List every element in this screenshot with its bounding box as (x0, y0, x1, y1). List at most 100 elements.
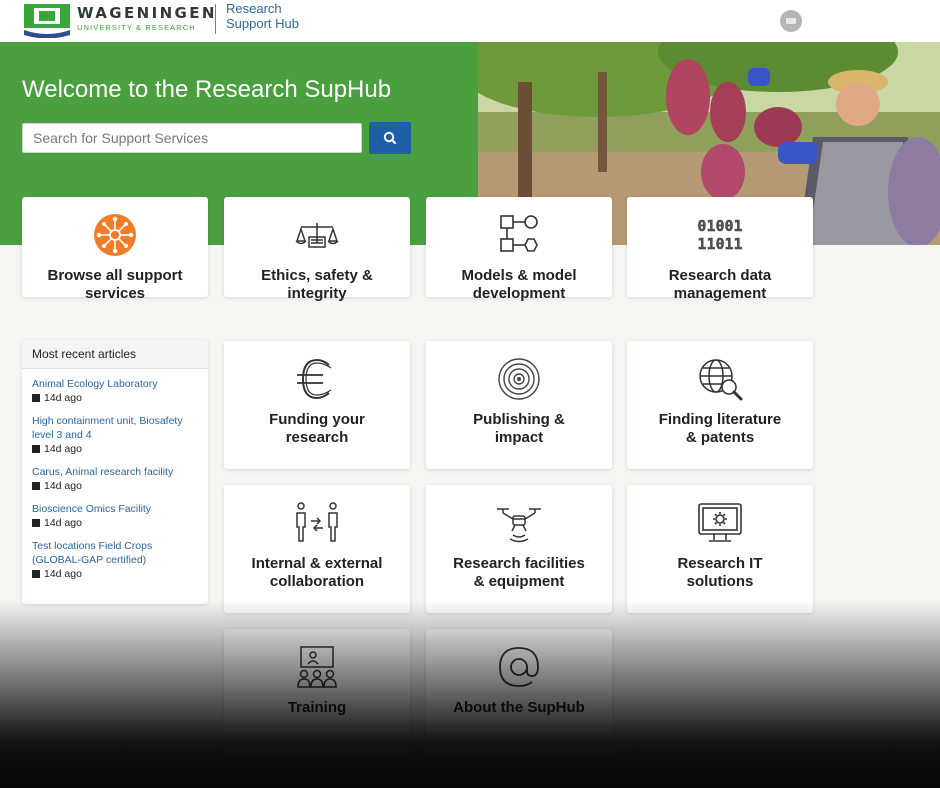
card-research-it[interactable]: Research IT solutions (627, 485, 813, 613)
card-label: About the SupHub (432, 699, 606, 717)
card-browse-services[interactable]: Browse all support services (22, 197, 208, 302)
article-age: 14d ago (32, 442, 198, 456)
calendar-icon (32, 570, 40, 578)
article-age-text: 14d ago (44, 443, 82, 455)
card-label-line1: Models & model (461, 267, 577, 284)
card-label-line1: Research facilities (453, 555, 585, 572)
article-title-line1: High containment unit, Biosafety (32, 415, 183, 427)
card-label: Finding literature & patents (633, 411, 807, 447)
article-title-line1: Animal Ecology Laboratory (32, 378, 158, 390)
model-diagram-icon (500, 215, 538, 252)
card-label: Publishing & impact (432, 411, 606, 447)
article-title-line1: Bioscience Omics Facility (32, 503, 152, 515)
card-label: Training (230, 699, 404, 717)
svg-text:01001: 01001 (697, 217, 742, 235)
calendar-icon (32, 482, 40, 490)
card-funding[interactable]: Funding your research (224, 341, 410, 469)
card-label: Models & model development (432, 267, 606, 303)
card-collaboration[interactable]: Internal & external collaboration (224, 485, 410, 613)
list-item: Bioscience Omics Facility 14d ago (32, 502, 198, 530)
card-label: Research facilities & equipment (432, 555, 606, 591)
card-label-line1: Internal & external (251, 555, 383, 572)
card-models[interactable]: Models & model development (426, 197, 612, 302)
recent-articles-title: Most recent articles (22, 340, 208, 369)
card-facilities[interactable]: Research facilities & equipment (426, 485, 612, 613)
card-label-line2: integrity (287, 285, 347, 302)
article-link[interactable]: Carus, Animal research facility (32, 465, 198, 479)
card-label-line2: & equipment (473, 573, 565, 590)
card-label-line1: Publishing & (473, 411, 565, 428)
card-label: Research IT solutions (633, 555, 807, 591)
card-label: Research data management (633, 267, 807, 303)
brand-name: WAGENINGEN (77, 4, 217, 22)
card-ethics[interactable]: Ethics, safety & integrity (224, 197, 410, 302)
card-label-line2: solutions (686, 573, 754, 590)
top-bar: WAGENINGEN UNIVERSITY & RESEARCH Researc… (0, 0, 940, 42)
user-avatar[interactable] (780, 10, 802, 32)
card-label-line1: Browse all support (47, 267, 183, 284)
card-label-line1: Research data (668, 267, 772, 284)
card-label-line1: Research IT (677, 555, 763, 572)
brand-wordmark[interactable]: WAGENINGEN UNIVERSITY & RESEARCH (77, 4, 217, 32)
article-age: 14d ago (32, 516, 198, 530)
card-label: Browse all support services (28, 267, 202, 303)
brand-divider (215, 4, 216, 34)
hub-name-line1: Research (226, 1, 282, 16)
card-label-line1: Funding your (269, 411, 365, 428)
card-label-line1: Finding literature (658, 411, 782, 428)
recent-articles-panel: Most recent articles Animal Ecology Labo… (22, 340, 208, 604)
euro-icon (297, 358, 332, 400)
article-age: 14d ago (32, 479, 198, 493)
card-label-line2: & patents (685, 429, 755, 446)
brand-subtitle: UNIVERSITY & RESEARCH (77, 23, 196, 32)
card-label-line2: development (472, 285, 566, 302)
card-label-line2: impact (494, 429, 544, 446)
hero-title: Welcome to the Research SupHub (22, 76, 392, 103)
target-icon (498, 358, 540, 400)
list-item: High containment unit, Biosafety level 3… (32, 414, 198, 456)
article-link[interactable]: Animal Ecology Laboratory (32, 377, 198, 391)
wur-logo[interactable] (22, 2, 72, 38)
card-label-line2: collaboration (269, 573, 365, 590)
search-button[interactable] (369, 122, 411, 154)
card-label-line2: management (673, 285, 767, 302)
card-about[interactable]: About the SupHub (426, 629, 612, 757)
card-label-line1: About the SupHub (453, 699, 585, 716)
recent-articles-list: Animal Ecology Laboratory 14d ago High c… (22, 369, 208, 581)
card-training[interactable]: Training (224, 629, 410, 757)
article-age-text: 14d ago (44, 568, 82, 580)
card-literature[interactable]: Finding literature & patents (627, 341, 813, 469)
list-item: Carus, Animal research facility 14d ago (32, 465, 198, 493)
card-label: Ethics, safety & integrity (230, 267, 404, 303)
calendar-icon (32, 394, 40, 402)
article-link[interactable]: Test locations Field Crops (GLOBAL-GAP c… (32, 539, 198, 567)
calendar-icon (32, 519, 40, 527)
article-age-text: 14d ago (44, 480, 82, 492)
card-label-line1: Ethics, safety & (261, 267, 373, 284)
article-title-line2: level 3 and 4 (32, 429, 92, 441)
article-link[interactable]: Bioscience Omics Facility (32, 502, 198, 516)
list-item: Animal Ecology Laboratory 14d ago (32, 377, 198, 405)
drone-icon (497, 508, 541, 543)
article-age: 14d ago (32, 391, 198, 405)
article-link[interactable]: High containment unit, Biosafety level 3… (32, 414, 198, 442)
article-title-line1: Carus, Animal research facility (32, 466, 174, 478)
hub-name-line2: Support Hub (226, 16, 299, 31)
calendar-icon (32, 445, 40, 453)
search-icon (383, 131, 397, 145)
search-input[interactable] (22, 123, 362, 153)
article-title-line1: Test locations Field Crops (32, 540, 153, 552)
avatar-icon (786, 18, 796, 24)
hub-name[interactable]: Research Support Hub (226, 1, 299, 31)
card-label: Internal & external collaboration (230, 555, 404, 591)
card-publishing[interactable]: Publishing & impact (426, 341, 612, 469)
card-research-data[interactable]: 01001 11011 Research data management (627, 197, 813, 302)
at-sign-icon (499, 647, 539, 687)
article-age-text: 14d ago (44, 517, 82, 529)
card-label-line2: services (84, 285, 146, 302)
card-label: Funding your research (230, 411, 404, 447)
list-item: Test locations Field Crops (GLOBAL-GAP c… (32, 539, 198, 581)
svg-text:11011: 11011 (697, 235, 742, 253)
network-icon (94, 214, 136, 256)
presentation-icon (297, 646, 337, 688)
